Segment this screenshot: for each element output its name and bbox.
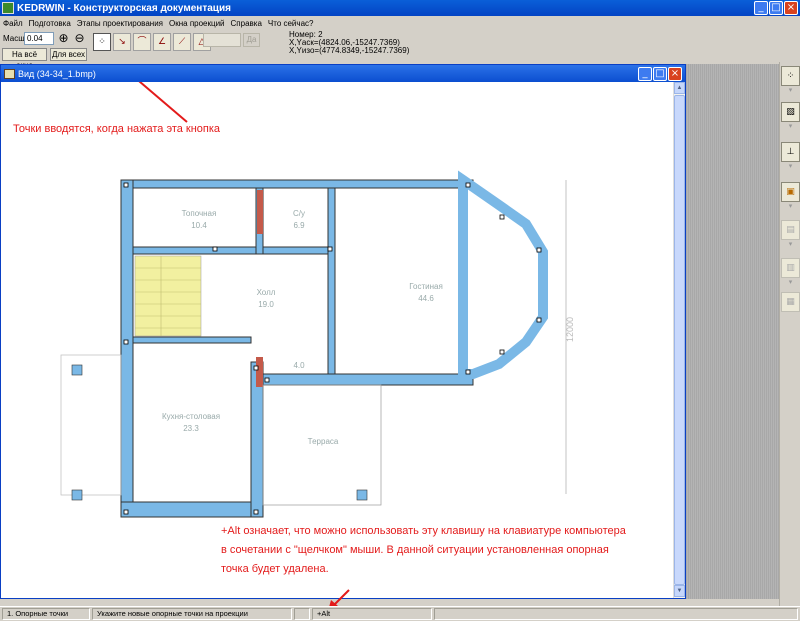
panel-separator-3: ▾ [788,163,793,170]
brick-strip-1 [257,190,263,234]
wall-interior-1 [132,246,334,255]
wall-interior-2 [327,187,336,375]
status-bar: 1. Опорные точки Укажите новые опорные т… [0,606,800,621]
scale-input[interactable]: 0.04 [24,32,54,45]
view-window-title: Вид (34-34_1.bmp) [18,68,96,79]
zoom-out-icon[interactable]: ⊖ [72,32,87,46]
column-2 [71,489,83,501]
room-name-hall: Холл [257,288,276,297]
horizontal-tool-icon[interactable]: ⌒ [133,33,151,51]
panel-separator-6: ▾ [788,279,793,286]
angle-tool-icon[interactable]: ∠ [153,33,171,51]
wall-left [120,179,134,518]
child-minimize-icon[interactable]: _ [638,67,652,81]
panel-points-icon[interactable]: ⁘ [781,66,800,86]
room-area-boiler: 10.4 [191,221,207,230]
panel-disabled-icon-3[interactable]: ▦ [781,292,800,312]
menu-what-now[interactable]: Что сейчас? [268,19,314,28]
window-title: KEDRWIN - Конструкторская документация [17,2,231,14]
coord-izo: X,Yизо=(4774.8349,-15247.7369) [289,46,410,55]
zoom-in-icon[interactable]: ⊕ [56,32,71,46]
main-title-bar: KEDRWIN - Конструкторская документация _… [0,0,800,16]
coordinates-readout: Номер: 2 X,Yаск=(4824.06,-15247.7369) X,… [289,31,409,55]
column-1 [71,364,83,376]
room-area-wc: 6.9 [293,221,305,230]
floor-plan-walls [120,170,548,518]
panel-disabled-icon-2[interactable]: ▥ [781,258,800,278]
menu-bar: Файл Подготовка Этапы проектирования Окн… [0,16,800,30]
annotation-arrows [138,82,188,123]
annotation-alt-line-2: в сочетании с "щелчком" мыши. В данной с… [221,544,609,556]
slope-tool-icon[interactable]: ⟋ [173,33,191,51]
room-area-living: 44.6 [418,294,434,303]
room-area-kitchen: 23.3 [183,424,199,433]
panel-build-icon[interactable]: ▣ [781,182,800,202]
wall-bottom [120,501,264,518]
panel-disabled-icon-1[interactable]: ▤ [781,220,800,240]
menu-projection-windows[interactable]: Окна проекций [169,19,225,28]
annotation-alt-line-3: точка будет удалена. [221,563,329,575]
wall-top [120,179,474,189]
room-name-living: Гостиная [409,282,443,291]
vertical-scrollbar[interactable]: ▲ ▼ [673,82,685,598]
fit-window-button[interactable]: На всё окно [2,48,47,70]
scroll-down-icon[interactable]: ▼ [674,585,685,597]
reference-points-tool-icon[interactable]: ⁘ [93,33,111,51]
porch-outline [60,354,122,496]
disabled-field [203,33,241,47]
toolbar: Масшт 0.04 ⊕ ⊖ На всё окно Для всех ⁘ ↘ … [0,30,800,70]
scroll-up-icon[interactable]: ▲ [674,82,685,94]
wall-bay [458,170,548,379]
right-tool-panel: ⁘ ▾ ▧ ▾ ⊥ ▾ ▣ ▾ ▤ ▾ ▥ ▾ ▦ [779,62,800,608]
child-close-icon[interactable]: × [668,67,682,81]
menu-design-stages[interactable]: Этапы проектирования [77,19,163,28]
panel-measure-icon[interactable]: ⊥ [781,142,800,162]
panel-separator-4: ▾ [788,203,793,210]
room-name-boiler: Топочная [182,209,217,218]
status-empty [294,608,310,620]
minimize-icon[interactable]: _ [754,1,768,15]
da-button[interactable]: Да [243,33,260,47]
room-name-wc: С/у [293,209,305,218]
dimension-label: 12000 [565,317,575,342]
menu-file[interactable]: Файл [3,19,23,28]
scroll-thumb[interactable] [674,95,685,585]
child-maximize-icon[interactable]: □ [653,67,667,81]
status-extra [434,608,798,620]
room-name-kitchen: Кухня-столовая [162,412,220,421]
status-modifier: +Alt [312,608,432,620]
room-area-hall: 19.0 [258,300,274,309]
mdi-background [686,64,779,599]
pick-tool-icon[interactable]: ↘ [113,33,131,51]
room-area-small: 4.0 [293,361,305,370]
status-hint: Укажите новые опорные точки на проекции [92,608,292,620]
maximize-icon[interactable]: □ [769,1,783,15]
wall-middle-bottom [262,373,474,386]
status-mode: 1. Опорные точки [2,608,90,620]
floor-plan[interactable]: 12000 Топочная 10.4 С/у 6.9 Холл 19.0 Го… [1,82,673,598]
menu-help[interactable]: Справка [231,19,262,28]
panel-separator-2: ▾ [788,123,793,130]
view-window-title-bar: Вид (34-34_1.bmp) _ □ × [1,65,685,82]
wall-hall-bottom [132,336,252,344]
menu-prepare[interactable]: Подготовка [29,19,71,28]
panel-separator-1: ▾ [788,87,793,94]
fit-all-button[interactable]: Для всех [50,48,87,61]
view-window-icon [4,68,15,79]
arrow-to-button [138,82,188,123]
annotation-alt-line-1: +Alt означает, что можно использовать эт… [221,525,626,537]
kedrwin-app-icon [2,2,14,14]
annotation-button-note: Точки вводятся, когда нажата эта кнопка [13,123,221,135]
panel-image-icon[interactable]: ▧ [781,102,800,122]
panel-separator-5: ▾ [788,241,793,248]
brick-strip-2 [256,357,263,387]
close-icon[interactable]: × [784,1,798,15]
room-name-terrace: Терраса [308,437,339,446]
column-3 [356,489,368,501]
projection-canvas[interactable]: 12000 Топочная 10.4 С/у 6.9 Холл 19.0 Го… [1,82,673,598]
view-window: Вид (34-34_1.bmp) _ □ × 12000 Топочная 1… [0,64,686,599]
